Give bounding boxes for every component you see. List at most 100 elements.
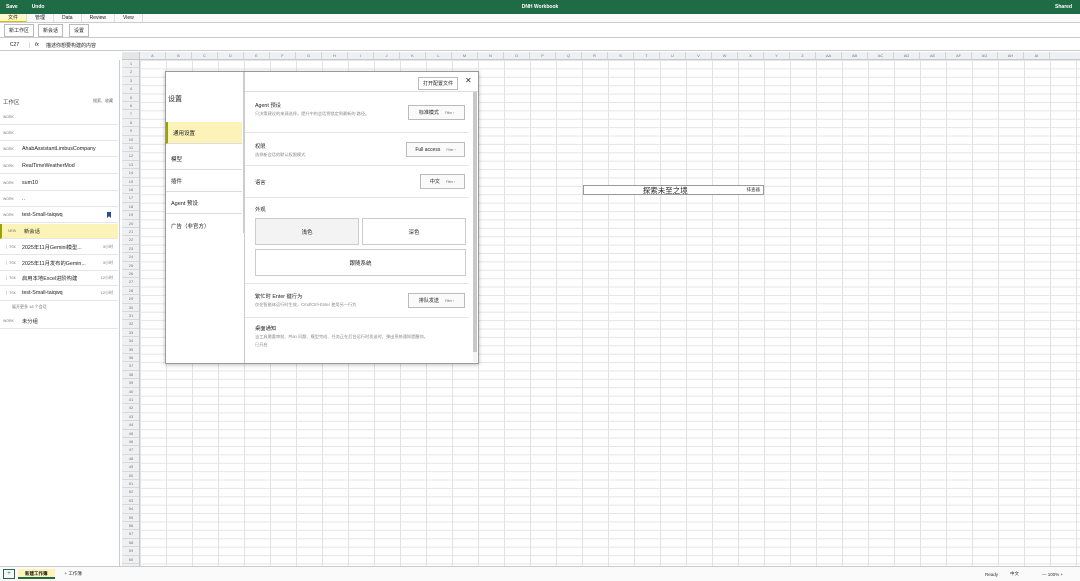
theme-system-button[interactable]: 跟随系统 (255, 249, 466, 276)
row-header-cell[interactable]: 10 (122, 136, 139, 144)
row-header-cell[interactable]: 59 (122, 547, 139, 556)
list-item[interactable]: WORK (0, 126, 118, 141)
row-header-cell[interactable]: 58 (122, 539, 139, 548)
row-header-cell[interactable]: 6 (122, 102, 139, 111)
row-header-cell[interactable]: 4 (122, 85, 139, 94)
add-sheet-button[interactable]: + (3, 569, 15, 579)
column-header-cell[interactable]: I (348, 52, 374, 59)
list-item[interactable]: WORK test-Small-taiqwq (0, 208, 118, 223)
column-header-cell[interactable]: O (504, 52, 530, 59)
list-item[interactable]: │ TSK test-Small-taiqwq 12小时 (0, 286, 118, 301)
row-header-cell[interactable]: 19 (122, 211, 139, 220)
bookmark-icon[interactable] (107, 212, 111, 218)
column-header-cell[interactable]: AC (868, 52, 894, 59)
row-header-cell[interactable]: 24 (122, 253, 139, 262)
column-header-cell[interactable]: AH (998, 52, 1024, 59)
row-header-cell[interactable]: 15 (122, 178, 139, 186)
row-header-cell[interactable]: 17 (122, 194, 139, 203)
row-header-cell[interactable]: 28 (122, 287, 139, 296)
row-header-cell[interactable]: 2 (122, 68, 139, 77)
row-header-cell[interactable]: 60 (122, 556, 139, 564)
column-header-cell[interactable]: P (530, 52, 556, 59)
column-header-cell[interactable]: R (582, 52, 608, 59)
permission-select[interactable]: Full access Filter › (406, 142, 465, 157)
row-header-cell[interactable]: 48 (122, 455, 139, 464)
column-header-cell[interactable]: G (296, 52, 322, 59)
column-header-cell[interactable]: E (244, 52, 270, 59)
row-header-cell[interactable]: 47 (122, 446, 139, 455)
close-icon[interactable]: ✕ (465, 77, 472, 85)
column-header-cell[interactable]: X (738, 52, 764, 59)
column-header-cell[interactable]: H (322, 52, 348, 59)
nav-general[interactable]: 通用设置 (166, 122, 242, 144)
row-header-cell[interactable]: 53 (122, 497, 139, 506)
row-header-cell[interactable]: 29 (122, 295, 139, 304)
column-header-cell[interactable]: Z (790, 52, 816, 59)
open-config-button[interactable]: 打开配置文件 (418, 77, 459, 90)
scroll-thumb[interactable] (473, 92, 477, 352)
row-header-cell[interactable]: 36 (122, 354, 139, 363)
column-header-cell[interactable]: AI (1024, 52, 1050, 59)
column-header-cell[interactable]: Y (764, 52, 790, 59)
column-header-cell[interactable]: AE (920, 52, 946, 59)
column-header-cell[interactable]: V (686, 52, 712, 59)
column-header-cell[interactable]: AF (946, 52, 972, 59)
row-header-cell[interactable]: 44 (122, 421, 139, 430)
row-header-cell[interactable]: 22 (122, 236, 139, 245)
column-header-cell[interactable]: N (478, 52, 504, 59)
nav-plugins[interactable]: 插件 (166, 170, 242, 192)
column-header-cell[interactable]: T (634, 52, 660, 59)
row-header-cell[interactable]: 20 (122, 220, 139, 228)
row-header-cell[interactable]: 3 (122, 77, 139, 86)
notification-state[interactable]: 已开启 (255, 342, 467, 348)
row-header-cell[interactable]: 41 (122, 396, 139, 405)
list-item[interactable]: WORK sum10 (0, 176, 118, 191)
new-chat-button[interactable]: 新会话 (38, 23, 64, 37)
row-header-cell[interactable]: 38 (122, 371, 139, 380)
nav-agent-presets[interactable]: Agent 预设 (166, 192, 242, 214)
language-select[interactable]: 中文 Filter › (420, 174, 465, 189)
column-header-cell[interactable]: AD (894, 52, 920, 59)
list-item[interactable]: │ TSK 启用本地Excel进阶构建 12小时 (0, 271, 118, 286)
column-header-cell[interactable]: B (166, 52, 192, 59)
row-header-cell[interactable]: 39 (122, 379, 139, 388)
row-header-cell[interactable]: 5 (122, 94, 139, 102)
shared-button[interactable]: Shared (1055, 4, 1072, 10)
tab-data[interactable]: Data (54, 14, 82, 22)
theme-dark-button[interactable]: 深色 (362, 218, 466, 245)
row-header-cell[interactable]: 42 (122, 404, 139, 413)
row-header-cell[interactable]: 51 (122, 480, 139, 489)
list-item[interactable]: WORK (0, 110, 118, 125)
enter-behavior-select[interactable]: 排队发送 Filter › (408, 293, 465, 308)
row-header-cell[interactable]: 57 (122, 530, 139, 539)
dialog-scrollbar[interactable] (473, 92, 477, 362)
list-item[interactable]: WORK.. (0, 192, 118, 207)
row-header-cell[interactable]: 50 (122, 472, 139, 480)
row-header-cell[interactable]: 43 (122, 413, 139, 422)
column-header-cell[interactable]: K (400, 52, 426, 59)
column-header-cell[interactable]: Q (556, 52, 582, 59)
sheet-tab-add[interactable]: + 工作簿 (59, 569, 88, 579)
column-header-cell[interactable]: F (270, 52, 296, 59)
column-header-cell[interactable]: C (192, 52, 218, 59)
list-item[interactable]: │ TSK 2025年11月Gemini模型... 3小时 (0, 240, 118, 255)
row-header-cell[interactable]: 49 (122, 463, 139, 472)
expand-more-link[interactable]: 展开更多 18 个会话 (12, 304, 47, 310)
status-language[interactable]: 中文 (1010, 571, 1019, 577)
row-header-cell[interactable]: 26 (122, 270, 139, 279)
row-header-cell[interactable]: 27 (122, 278, 139, 287)
sheet-tab-active[interactable]: 新建工作簿 (18, 569, 55, 579)
nav-models[interactable]: 模型 (166, 148, 242, 170)
column-header-cell[interactable]: A (140, 52, 166, 59)
row-header-cell[interactable]: 52 (122, 488, 139, 497)
row-header-cell[interactable]: 11 (122, 144, 139, 153)
list-item-active[interactable]: NEW 新会话 (0, 224, 118, 239)
row-header-cell[interactable]: 31 (122, 312, 139, 321)
sidebar-actions[interactable]: 搜索、收藏 (93, 98, 113, 104)
column-header-cell[interactable]: L (426, 52, 452, 59)
tab-view[interactable]: View (115, 14, 143, 22)
column-header-cell[interactable]: AA (816, 52, 842, 59)
settings-button[interactable]: 设置 (69, 23, 90, 37)
row-header-cell[interactable]: 13 (122, 161, 139, 170)
row-header-cell[interactable]: 55 (122, 514, 139, 522)
